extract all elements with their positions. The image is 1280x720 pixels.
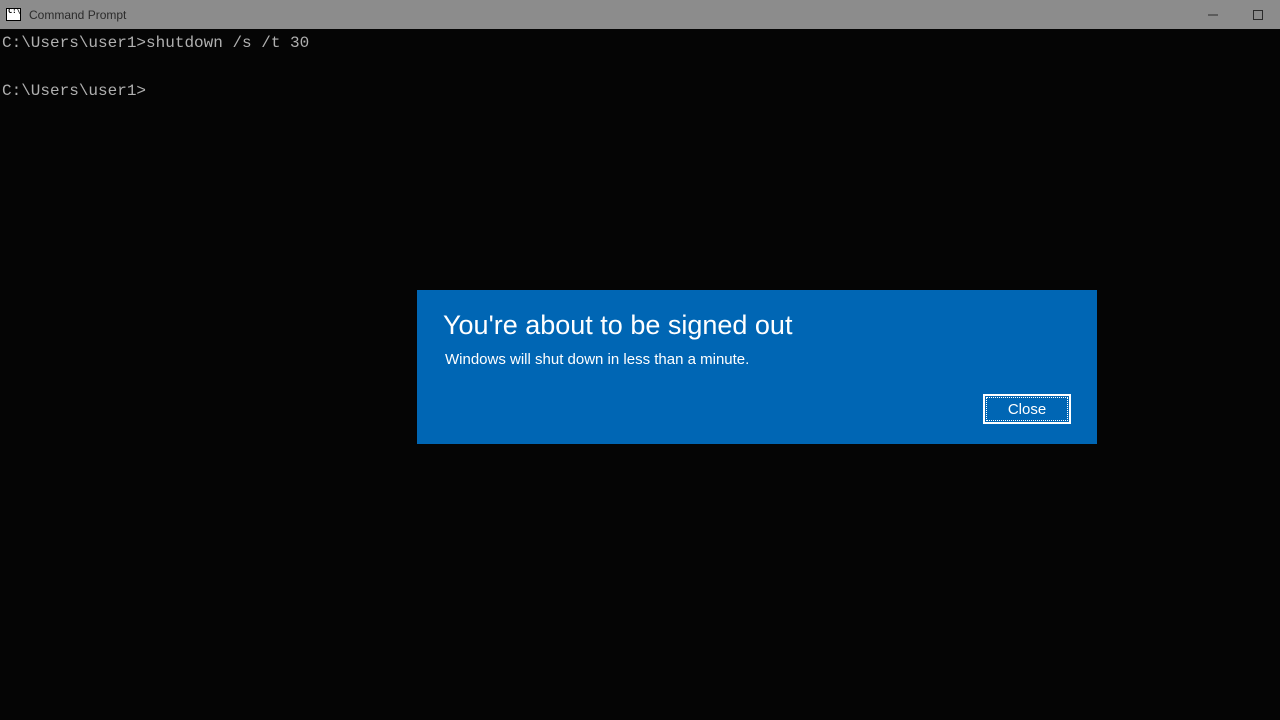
command-text: shutdown /s /t 30 <box>146 34 309 52</box>
window-titlebar: Command Prompt <box>0 0 1280 29</box>
minimize-icon <box>1208 10 1218 20</box>
prompt: C:\Users\user1> <box>2 34 146 52</box>
dialog-message: Windows will shut down in less than a mi… <box>445 351 1071 368</box>
terminal-output[interactable]: C:\Users\user1>shutdown /s /t 30 C:\User… <box>0 29 1280 103</box>
dialog-actions: Close <box>443 394 1071 424</box>
window-title: Command Prompt <box>29 8 126 22</box>
prompt-line: C:\Users\user1>shutdown /s /t 30 <box>2 34 309 52</box>
maximize-button[interactable] <box>1235 0 1280 29</box>
dialog-title: You're about to be signed out <box>443 310 1071 341</box>
maximize-icon <box>1253 10 1263 20</box>
prompt: C:\Users\user1> <box>2 82 146 100</box>
window-controls <box>1190 0 1280 29</box>
shutdown-dialog: You're about to be signed out Windows wi… <box>417 290 1097 444</box>
minimize-button[interactable] <box>1190 0 1235 29</box>
cmd-icon <box>6 8 21 21</box>
close-button[interactable]: Close <box>983 394 1071 424</box>
